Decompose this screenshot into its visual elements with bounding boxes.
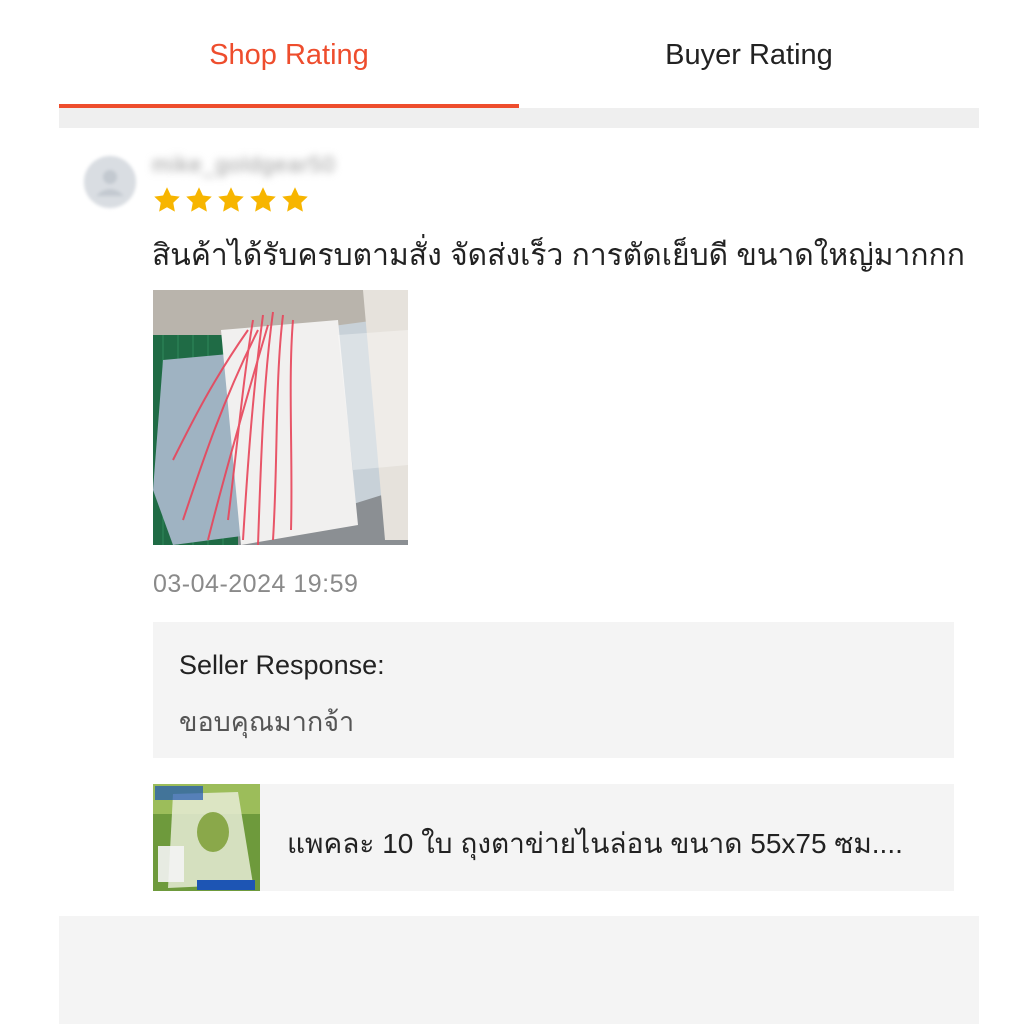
star-icon [154, 187, 180, 212]
next-item-placeholder [59, 916, 979, 1024]
seller-response-text: ขอบคุณมากจ้า [179, 707, 355, 737]
user-icon [84, 156, 136, 208]
product-link[interactable]: แพคละ 10 ใบ ถุงตาข่ายไนล่อน ขนาด 55x75 ซ… [153, 784, 954, 891]
star-icon [218, 187, 244, 212]
tabs-divider [59, 108, 979, 128]
review-photo[interactable] [153, 290, 408, 545]
star-icon [186, 187, 212, 212]
avatar [84, 156, 136, 208]
review-timestamp: 03-04-2024 19:59 [153, 570, 359, 598]
tab-buyer-rating[interactable]: Buyer Rating [519, 0, 979, 109]
rating-tabs: Shop Rating Buyer Rating [59, 0, 979, 109]
review-photo-image [153, 290, 408, 545]
product-title: แพคละ 10 ใบ ถุงตาข่ายไนล่อน ขนาด 55x75 ซ… [287, 828, 903, 859]
star-icon [250, 187, 276, 212]
product-thumbnail-image [153, 784, 260, 891]
seller-response-title: Seller Response: [179, 650, 385, 680]
product-thumbnail [153, 784, 260, 891]
star-icon [282, 187, 308, 212]
star-rating [152, 184, 310, 218]
review-comment: สินค้าได้รับครบตามสั่ง จัดส่งเร็ว การตัด… [152, 239, 965, 272]
reviewer-username: mike_goldgear50 [152, 152, 336, 177]
tab-shop-rating[interactable]: Shop Rating [59, 0, 519, 109]
seller-response: Seller Response: ขอบคุณมากจ้า [153, 622, 954, 758]
